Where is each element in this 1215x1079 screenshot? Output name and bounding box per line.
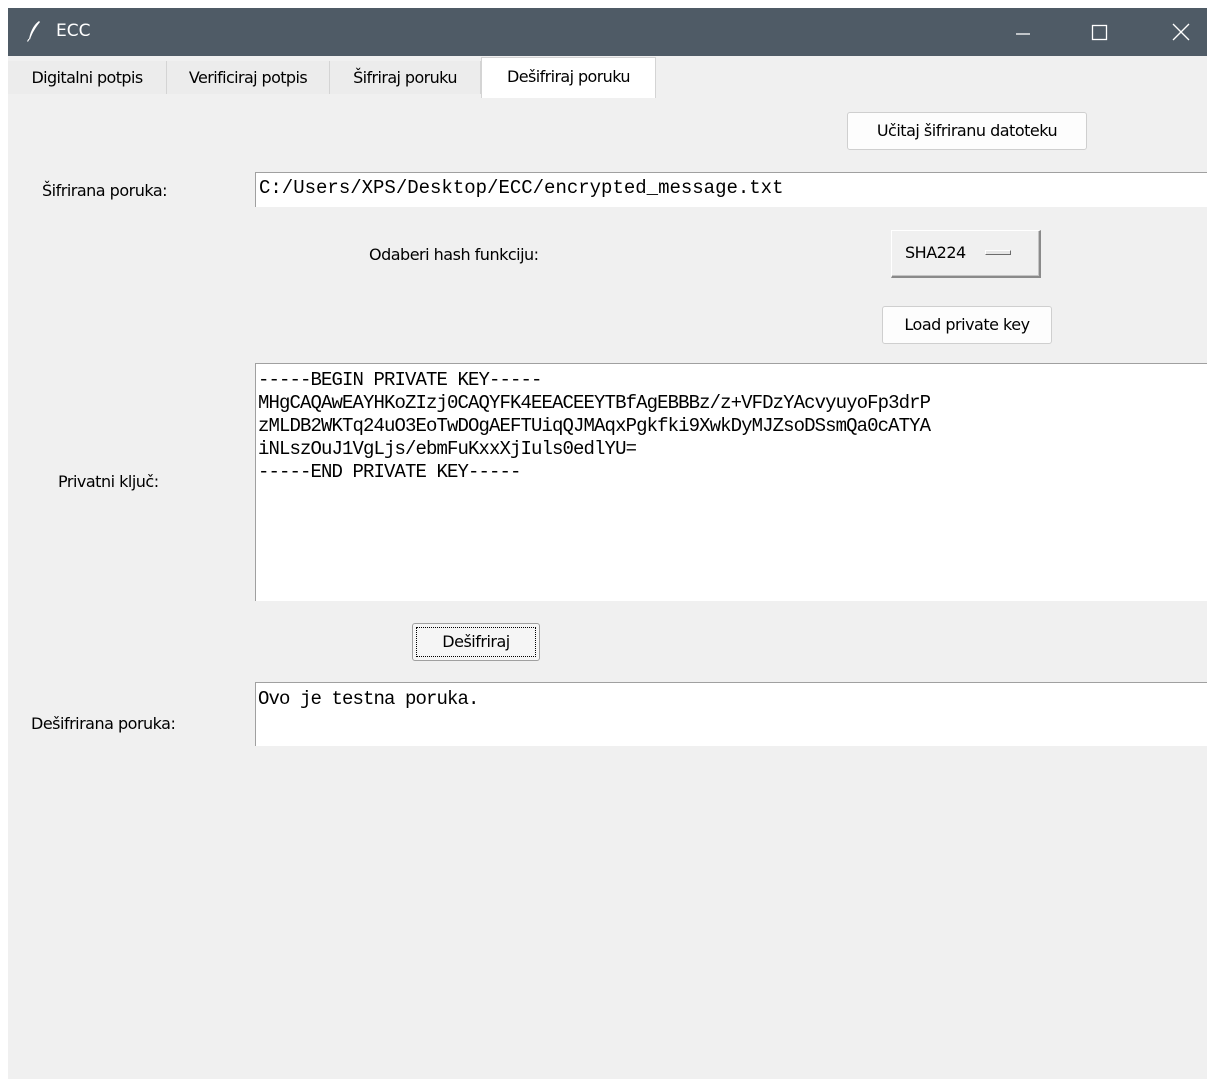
minimize-icon	[1016, 33, 1030, 35]
load-private-key-button[interactable]: Load private key	[882, 306, 1052, 344]
load-encrypted-file-button[interactable]: Učitaj šifriranu datoteku	[847, 112, 1087, 150]
hash-function-label: Odaberi hash funkciju:	[369, 245, 539, 264]
encrypted-message-label: Šifrirana poruka:	[42, 181, 168, 200]
tab-digitalni-potpis[interactable]: Digitalni potpis	[8, 61, 167, 94]
dropdown-indicator-icon	[985, 250, 1011, 255]
tab-bar: Digitalni potpis Verificiraj potpis Šifr…	[8, 56, 1207, 98]
private-key-line: iNLszOuJ1VgLjs/ebmFuKxxXjIuls0edlYU=	[258, 438, 637, 460]
private-key-line: zMLDB2WKTq24uO3EoTwDOgAEFTUiqQJMAqxPgkfk…	[258, 415, 931, 437]
decrypt-button-label: Dešifriraj	[442, 632, 510, 651]
tab-desifriraj-poruku[interactable]: Dešifriraj poruku	[481, 57, 656, 98]
private-key-label: Privatni ključ:	[58, 472, 159, 491]
minimize-button[interactable]	[1000, 8, 1046, 56]
decrypted-message-label: Dešifrirana poruka:	[31, 714, 176, 733]
private-key-line: -----END PRIVATE KEY-----	[258, 461, 521, 483]
feather-icon	[26, 21, 40, 42]
maximize-icon	[1091, 24, 1108, 41]
private-key-line: -----BEGIN PRIVATE KEY-----	[258, 369, 542, 391]
hash-function-value: SHA224	[905, 243, 966, 262]
encrypted-message-field[interactable]: C:/Users/XPS/Desktop/ECC/encrypted_messa…	[255, 172, 1207, 207]
private-key-textarea[interactable]: -----BEGIN PRIVATE KEY----- MHgCAQAwEAYHK…	[255, 363, 1207, 601]
hash-function-select[interactable]: SHA224	[891, 230, 1041, 278]
title-bar[interactable]: ECC	[8, 8, 1207, 56]
window-title: ECC	[56, 21, 91, 41]
close-icon	[1172, 23, 1190, 41]
private-key-line: MHgCAQAwEAYHKoZIzj0CAQYFK4EEACEEYTBfAgEB…	[258, 392, 931, 414]
tab-sifriraj-poruku[interactable]: Šifriraj poruku	[330, 61, 481, 94]
app-window: ECC Digitalni potpis Verificiraj potpis …	[8, 8, 1207, 1079]
maximize-button[interactable]	[1076, 8, 1122, 56]
decrypt-panel: Učitaj šifriranu datoteku Šifrirana poru…	[8, 98, 1207, 1079]
decrypt-button[interactable]: Dešifriraj	[412, 623, 540, 661]
close-button[interactable]	[1158, 8, 1204, 56]
decrypted-message-field[interactable]: Ovo je testna poruka.	[255, 682, 1207, 746]
tab-verificiraj-potpis[interactable]: Verificiraj potpis	[167, 61, 330, 94]
